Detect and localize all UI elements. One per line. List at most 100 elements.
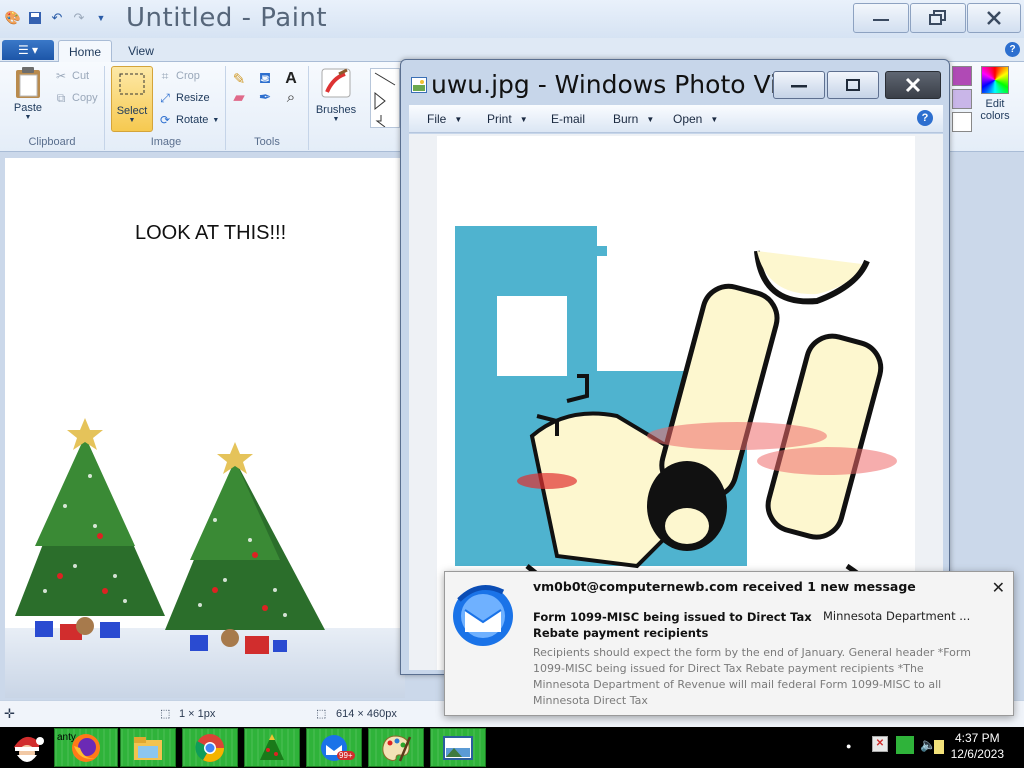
drawing-canvas[interactable]: LOOK AT THIS!!!: [5, 158, 405, 698]
selection-size-icon: ⬚: [160, 708, 171, 720]
edit-colors-button[interactable]: Edit colors: [978, 66, 1012, 132]
cut-button[interactable]: ✂ Cut: [54, 69, 89, 83]
rotate-button[interactable]: ⟳ Rotate ▼: [158, 113, 219, 127]
ribbon-divider: [225, 66, 226, 150]
photo-viewer-app-icon: [411, 77, 427, 93]
chevron-down-icon: ▼: [646, 114, 655, 124]
rotate-icon: ⟳: [159, 113, 171, 127]
pencil-icon[interactable]: ✎: [232, 71, 246, 88]
chevron-down-icon: ▼: [24, 114, 32, 121]
thunderbird-icon: [453, 585, 513, 646]
cut-label: Cut: [72, 70, 90, 82]
burn-menu-label: Burn: [613, 112, 639, 126]
tree-icon: [260, 733, 284, 760]
email-notification-popup[interactable]: vm0b0t@computernewb.com received 1 new m…: [444, 571, 1014, 716]
chevron-down-icon: ▼: [332, 116, 340, 123]
christmas-tree-image: [15, 418, 165, 640]
start-button[interactable]: [0, 727, 52, 768]
taskbar-item-thunderbird[interactable]: 99+: [306, 728, 362, 767]
save-icon[interactable]: [26, 9, 44, 27]
select-button[interactable]: Select ▼: [111, 66, 153, 132]
taskbar-item-christmas-tree[interactable]: [244, 728, 300, 767]
santa-start-icon: [14, 736, 44, 762]
viewer-command-bar: File ▼ Print ▼ E-mail Burn ▼ Open ▼ ?: [409, 105, 943, 133]
tray-app-icon[interactable]: [934, 740, 944, 754]
minimize-icon: [873, 19, 889, 21]
select-label: Select: [116, 105, 148, 117]
taskbar-item-file-explorer[interactable]: [120, 728, 176, 767]
help-icon[interactable]: ?: [917, 110, 933, 126]
taskbar-item-paint[interactable]: [368, 728, 424, 767]
tab-home[interactable]: Home: [58, 40, 112, 62]
paste-icon: [16, 67, 40, 98]
viewer-print-menu[interactable]: Print ▼: [487, 112, 528, 126]
viewer-email-button[interactable]: E-mail: [551, 112, 585, 126]
resize-button[interactable]: ⤢ Resize: [158, 90, 209, 105]
color-swatch-lavender[interactable]: [952, 89, 972, 109]
crop-label: Crop: [176, 70, 200, 82]
paint-app-icon[interactable]: 🎨: [4, 9, 22, 27]
selection-size: 1 × 1px: [179, 708, 216, 720]
text-icon[interactable]: A: [284, 70, 298, 87]
cursor-position-icon: ✛: [4, 706, 15, 721]
taskbar-partial-label: anty: [57, 732, 76, 743]
restore-button[interactable]: [910, 3, 966, 33]
clipboard-group-label: Clipboard: [28, 136, 76, 148]
notification-sender: Minnesota Department ...: [823, 609, 971, 623]
copy-button[interactable]: ⧉ Copy: [54, 91, 98, 105]
network-icon[interactable]: [896, 736, 914, 754]
close-button[interactable]: [967, 3, 1021, 33]
color-picker-icon[interactable]: ✒: [258, 89, 272, 106]
taskbar-item-chrome[interactable]: [182, 728, 238, 767]
close-icon[interactable]: ✕: [992, 578, 1005, 597]
file-menu-label: File: [427, 112, 447, 126]
minimize-button[interactable]: [853, 3, 909, 33]
tab-view[interactable]: View: [116, 40, 166, 62]
close-icon: [905, 77, 921, 93]
tools-group-label: Tools: [254, 136, 280, 148]
eraser-icon[interactable]: ▰: [232, 89, 246, 106]
paint-title-bar: 🎨 ↶ ↷ ▼ Untitled - Paint: [0, 0, 1024, 38]
color-wheel-icon: [981, 66, 1009, 94]
clock-date: 12/6/2023: [950, 747, 1004, 761]
color-swatch-empty[interactable]: [952, 112, 972, 132]
show-hidden-icons-icon[interactable]: ●: [846, 741, 851, 751]
viewer-open-menu[interactable]: Open ▼: [673, 112, 718, 126]
crop-button[interactable]: ⌗ Crop: [158, 69, 200, 83]
clock[interactable]: 4:37 PM 12/6/2023: [951, 730, 1004, 762]
tools-grid: ✎ ⛾ A ▰ ✒ ⌕: [232, 70, 306, 107]
taskbar-item-firefox[interactable]: anty: [54, 728, 118, 767]
notification-preview: Recipients should expect the form by the…: [533, 646, 971, 707]
minimize-icon: [791, 85, 807, 88]
rotate-label: Rotate: [176, 114, 209, 126]
customize-toolbar-icon[interactable]: ▼: [92, 9, 110, 27]
image-group-label: Image: [150, 136, 182, 148]
chevron-down-icon: ▼: [710, 114, 719, 124]
brushes-button[interactable]: Brushes ▼: [312, 66, 360, 132]
email-label: E-mail: [551, 112, 586, 126]
viewer-file-menu[interactable]: File ▼: [427, 112, 462, 126]
undo-icon[interactable]: ↶: [48, 9, 66, 27]
paste-button[interactable]: Paste ▼: [8, 66, 48, 124]
action-center-icon[interactable]: ✕: [872, 736, 888, 752]
fill-icon[interactable]: ⛾: [258, 70, 272, 87]
viewer-close-button[interactable]: [885, 71, 941, 99]
taskbar-item-photo-viewer[interactable]: [430, 728, 486, 767]
help-icon[interactable]: ?: [1005, 42, 1020, 57]
file-menu-tab[interactable]: ☰ ▾: [2, 40, 54, 60]
shapes-gallery[interactable]: [370, 68, 400, 128]
chevron-down-icon: ▼: [128, 117, 136, 124]
crop-icon: ⌗: [161, 68, 169, 83]
viewer-burn-menu[interactable]: Burn ▼: [613, 112, 654, 126]
chevron-down-icon: ▼: [454, 114, 463, 124]
print-menu-label: Print: [487, 112, 512, 126]
resize-icon: ⤢: [160, 90, 170, 105]
canvas-size-icon: ⬚: [316, 708, 327, 720]
copy-label: Copy: [72, 92, 98, 104]
viewer-maximize-button[interactable]: [827, 71, 879, 99]
menu-icon: ☰ ▾: [17, 43, 39, 57]
viewer-minimize-button[interactable]: [773, 71, 825, 99]
magnifier-icon[interactable]: ⌕: [284, 89, 298, 106]
color-swatch-purple[interactable]: [952, 66, 972, 86]
redo-icon[interactable]: ↷: [70, 9, 88, 27]
